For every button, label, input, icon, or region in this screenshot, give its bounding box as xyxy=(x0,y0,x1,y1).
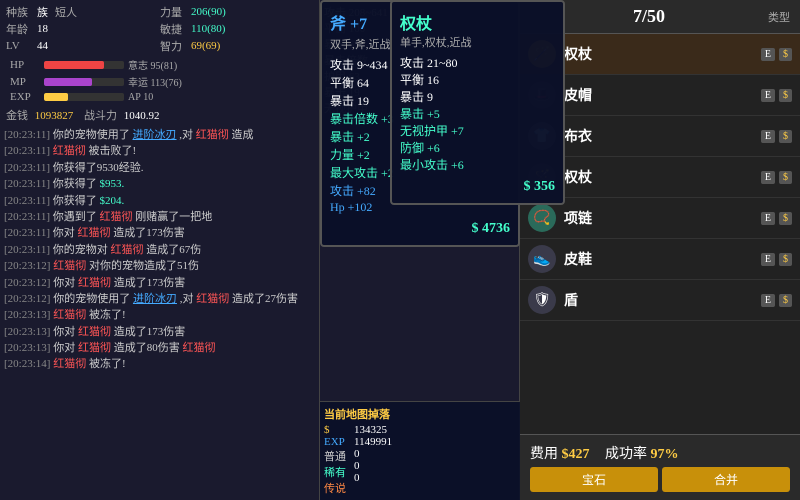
tooltip2-balance: 平衡 16 xyxy=(400,71,555,88)
item-tags-6: E $ xyxy=(761,294,792,307)
exp-track xyxy=(44,93,124,101)
item-tooltip-scepter: 权杖 单手,权杖,近战 攻击 21~80 平衡 16 暴击 9 暴击 +5 无视… xyxy=(390,0,565,205)
stat-agility: 敏捷 110(80) xyxy=(160,21,313,37)
chat-line: [20:23:14] 红猫彻 被冻了! xyxy=(4,357,315,372)
chat-line: [20:23:12] 红猫彻 对你的宠物造成了51伤 xyxy=(4,259,315,274)
exp-bar-row: EXP AP 10 xyxy=(6,90,313,104)
item-tags-4: E $ xyxy=(761,212,792,225)
stat-species: 种族 族 短人 xyxy=(6,4,159,20)
chat-line: [20:23:11] 你的宠物使用了 进阶冰刃 ,对 红猫彻 造成 xyxy=(4,128,315,143)
chat-line: [20:23:11] 你获得了9530经验. xyxy=(4,161,315,176)
chat-line: [20:23:11] 你获得了 $204. xyxy=(4,194,315,209)
gem-button[interactable]: 宝石 xyxy=(530,467,658,492)
hp-bar-row: HP 意志 95(81) xyxy=(6,56,313,73)
item-name-4: 项链 xyxy=(564,208,761,228)
item-tags-3: E $ xyxy=(761,171,792,184)
item-name-5: 皮鞋 xyxy=(564,249,761,269)
item-name-1: 皮帽 xyxy=(564,85,761,105)
luck-value: 幸运 113(76) xyxy=(128,74,182,89)
exp-fill xyxy=(44,93,68,101)
stat-age: 年龄 18 xyxy=(6,21,159,37)
inventory-type: 类型 xyxy=(768,9,790,25)
inventory-count: 7/50 xyxy=(633,6,665,27)
drop-title: 当前地图掉落 xyxy=(324,406,516,422)
footer-cost: 费用 $427 成功率 97% xyxy=(530,443,790,463)
stat-intelligence: 智力 69(69) xyxy=(160,38,313,54)
item-name-3: 权杖 xyxy=(564,167,761,187)
item-name-0: 权杖 xyxy=(564,44,761,64)
will-value: 意志 95(81) xyxy=(128,57,178,72)
inv-item-5[interactable]: 👟 皮鞋 E $ xyxy=(520,239,800,280)
tooltip2-min-attack: 最小攻击 +6 xyxy=(400,156,555,173)
tooltip2-attack: 攻击 21~80 xyxy=(400,54,555,71)
inv-item-6[interactable]: 🛡 盾 E $ xyxy=(520,280,800,321)
merge-button[interactable]: 合并 xyxy=(662,467,790,492)
tooltip2-title: 权杖 xyxy=(400,10,555,34)
stat-strength: 力量 206(90) xyxy=(160,4,313,20)
tooltip2-crit: 暴击 9 xyxy=(400,88,555,105)
item-tags-0: E $ xyxy=(761,48,792,61)
chat-line: [20:23:13] 红猫彻 被冻了! xyxy=(4,308,315,323)
chat-line: [20:23:11] 你遇到了 红猫彻 刚赌赢了一把地 xyxy=(4,210,315,225)
item-icon-4: 📿 xyxy=(528,204,556,232)
tooltip2-price: $ 356 xyxy=(400,179,555,195)
ap-value: AP 10 xyxy=(128,92,178,103)
stats-bars: HP 意志 95(81) MP 幸运 113(76) EXP AP 10 xyxy=(0,54,319,106)
chat-line: [20:23:11] 你的宠物对 红猫彻 造成了67伤 xyxy=(4,243,315,258)
hp-track xyxy=(44,61,124,69)
drop-panel: 当前地图掉落 $ EXP 普通 稀有 传说 134325 1149991 0 0… xyxy=(320,401,520,500)
tooltip1-price: $ 4736 xyxy=(330,221,510,237)
chat-line: [20:23:12] 你对 红猫彻 造成了173伤害 xyxy=(4,276,315,291)
inventory-footer: 费用 $427 成功率 97% 宝石 合并 xyxy=(520,434,800,500)
item-icon-6: 🛡 xyxy=(528,286,556,314)
mp-fill xyxy=(44,78,92,86)
tooltip2-defense: 防御 +6 xyxy=(400,139,555,156)
item-tags-5: E $ xyxy=(761,253,792,266)
chat-line: [20:23:11] 你获得了 $953. xyxy=(4,177,315,192)
chat-line: [20:23:11] 你对 红猫彻 造成了173伤害 xyxy=(4,226,315,241)
tooltip2-crit-bonus: 暴击 +5 xyxy=(400,105,555,122)
left-panel: 种族 族 短人 力量 206(90) 年龄 18 敏捷 110(80) LV 4… xyxy=(0,0,320,500)
gold-row: 金钱 1093827 战斗力 1040.92 xyxy=(0,106,319,124)
main-container: 种族 族 短人 力量 206(90) 年龄 18 敏捷 110(80) LV 4… xyxy=(0,0,800,500)
mp-bar-row: MP 幸运 113(76) xyxy=(6,73,313,90)
mp-track xyxy=(44,78,124,86)
item-name-2: 布衣 xyxy=(564,126,761,146)
footer-buttons: 宝石 合并 xyxy=(530,467,790,492)
item-icon-5: 👟 xyxy=(528,245,556,273)
chat-line: [20:23:12] 你的宠物使用了 进阶冰刃 ,对 红猫彻 造成了27伤害 xyxy=(4,292,315,307)
item-name-6: 盾 xyxy=(564,290,761,310)
item-tags-1: E $ xyxy=(761,89,792,102)
tooltip2-no-armor: 无视护甲 +7 xyxy=(400,122,555,139)
tooltip2-subtitle: 单手,权杖,近战 xyxy=(400,34,555,50)
chat-line: [20:23:13] 你对 红猫彻 造成了173伤害 xyxy=(4,325,315,340)
chat-line: [20:23:11] 红猫彻 被击败了! xyxy=(4,144,315,159)
item-tags-2: E $ xyxy=(761,130,792,143)
stats-top: 种族 族 短人 力量 206(90) 年龄 18 敏捷 110(80) LV 4… xyxy=(0,0,319,54)
chat-log: [20:23:11] 你的宠物使用了 进阶冰刃 ,对 红猫彻 造成 [20:23… xyxy=(0,124,319,500)
hp-fill xyxy=(44,61,104,69)
chat-line: [20:23:13] 你对 红猫彻 造成了80伤害 红猫彻 xyxy=(4,341,315,356)
stat-lv: LV 44 xyxy=(6,38,159,54)
